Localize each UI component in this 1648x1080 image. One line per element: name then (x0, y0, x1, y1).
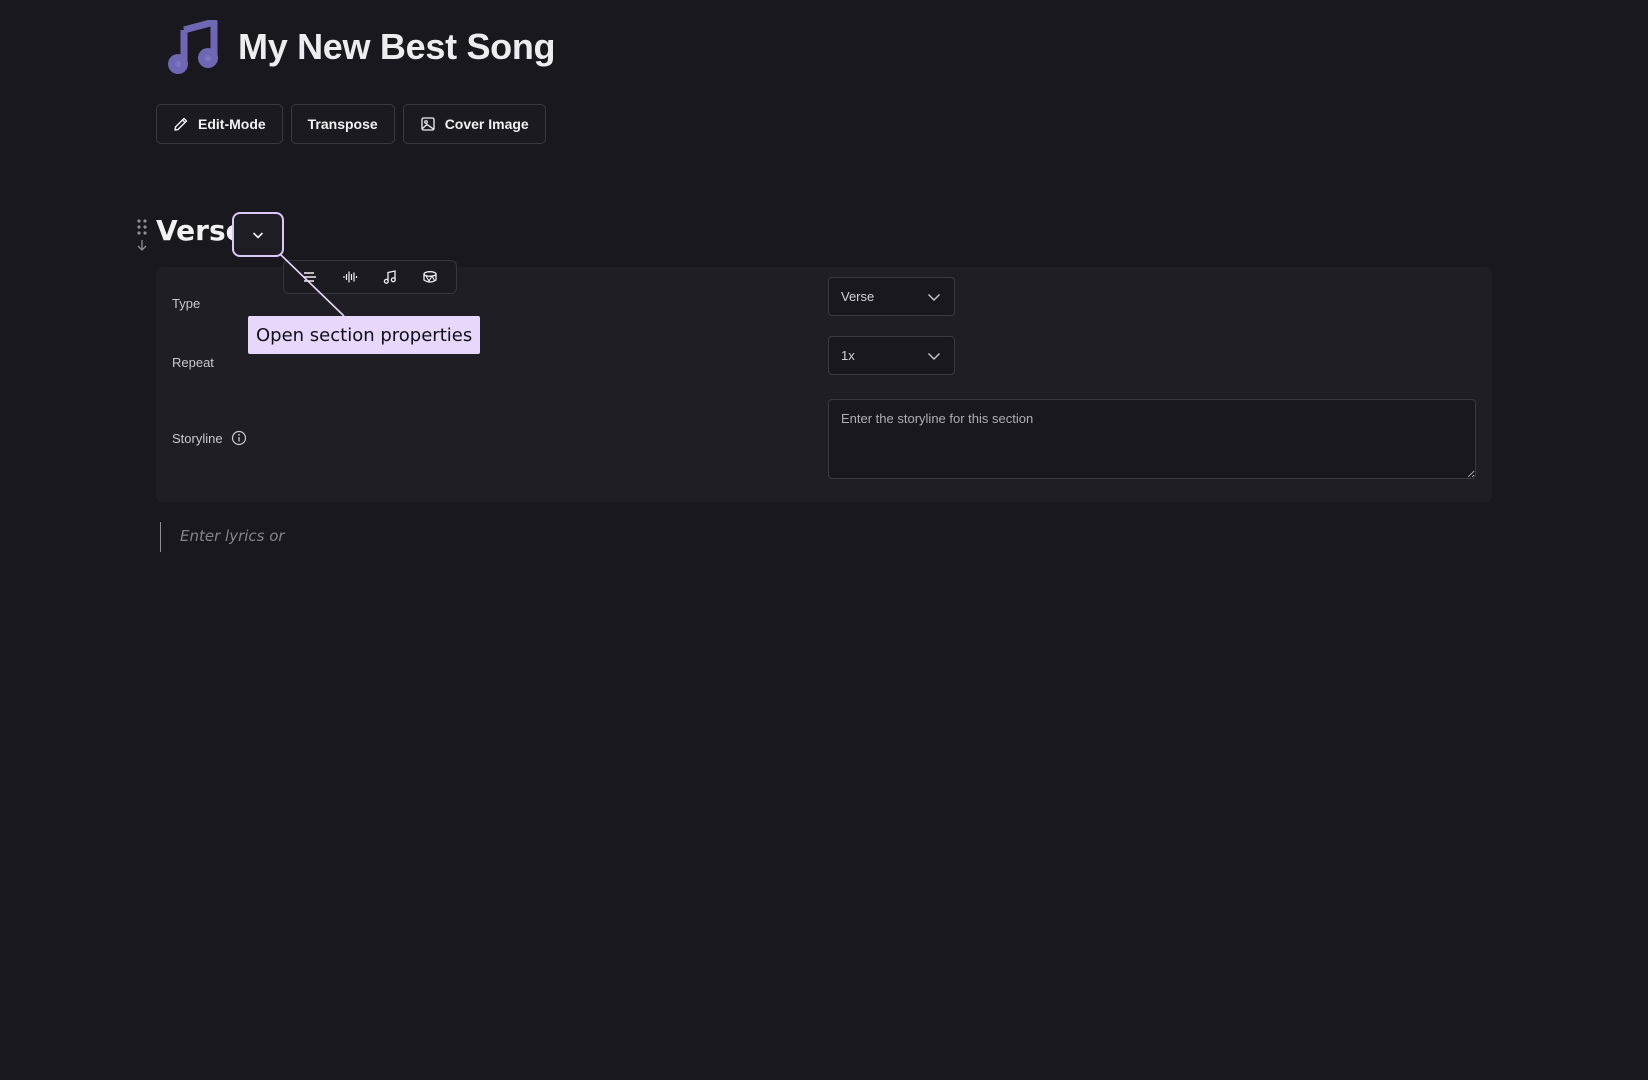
transpose-label: Transpose (307, 116, 378, 132)
image-icon (421, 117, 435, 131)
tooltip: Open section properties (248, 316, 481, 354)
type-label: Type (172, 296, 200, 311)
edit-mode-label: Edit-Mode (198, 116, 266, 132)
repeat-label-text: Repeat (172, 355, 214, 370)
music-note-icon (168, 20, 218, 74)
repeat-label: Repeat (172, 355, 214, 370)
drum-button[interactable] (416, 264, 444, 290)
cover-image-label: Cover Image (444, 116, 529, 132)
music-note-button[interactable] (376, 264, 404, 290)
drag-handle-icon[interactable] (136, 218, 148, 262)
type-select-value: Verse (841, 289, 875, 304)
type-label-text: Type (172, 296, 201, 311)
pencil-icon (174, 117, 188, 131)
section-tools-popup (283, 260, 457, 294)
transpose-button[interactable]: Transpose (290, 104, 395, 144)
song-toolbar: Edit-Mode Transpose Cover Image (156, 104, 546, 144)
drum-icon (423, 271, 437, 283)
repeat-select-value: 1x (841, 348, 855, 363)
lyrics-editor-bar (160, 522, 161, 552)
edit-mode-button[interactable]: Edit-Mode (156, 104, 283, 144)
repeat-select[interactable]: 1x (828, 336, 955, 375)
info-icon[interactable] (231, 430, 247, 446)
cover-image-button[interactable]: Cover Image (402, 104, 546, 144)
align-lines-icon (304, 272, 316, 282)
music-note-icon (383, 270, 396, 284)
storyline-label-text: Storyline (172, 430, 223, 446)
storyline-input[interactable] (828, 399, 1476, 479)
waveform-button[interactable] (336, 264, 364, 290)
chevron-down-icon (252, 231, 264, 239)
waveform-icon (343, 271, 358, 283)
section-properties-panel: Type Verse Repeat 1x Storyline (156, 267, 1492, 502)
song-header: My New Best Song (166, 20, 556, 74)
align-lines-button[interactable] (296, 264, 324, 290)
lyrics-input[interactable]: Enter lyrics or (180, 527, 285, 545)
chevron-down-icon (928, 293, 940, 301)
section-properties-toggle[interactable] (232, 212, 284, 257)
storyline-label: Storyline (172, 430, 247, 446)
song-title[interactable]: My New Best Song (238, 26, 556, 68)
song-editor-page: My New Best Song Edit-Mode Transpose Cov… (0, 0, 1648, 1080)
chevron-down-icon (928, 352, 940, 360)
type-select[interactable]: Verse (828, 277, 955, 316)
